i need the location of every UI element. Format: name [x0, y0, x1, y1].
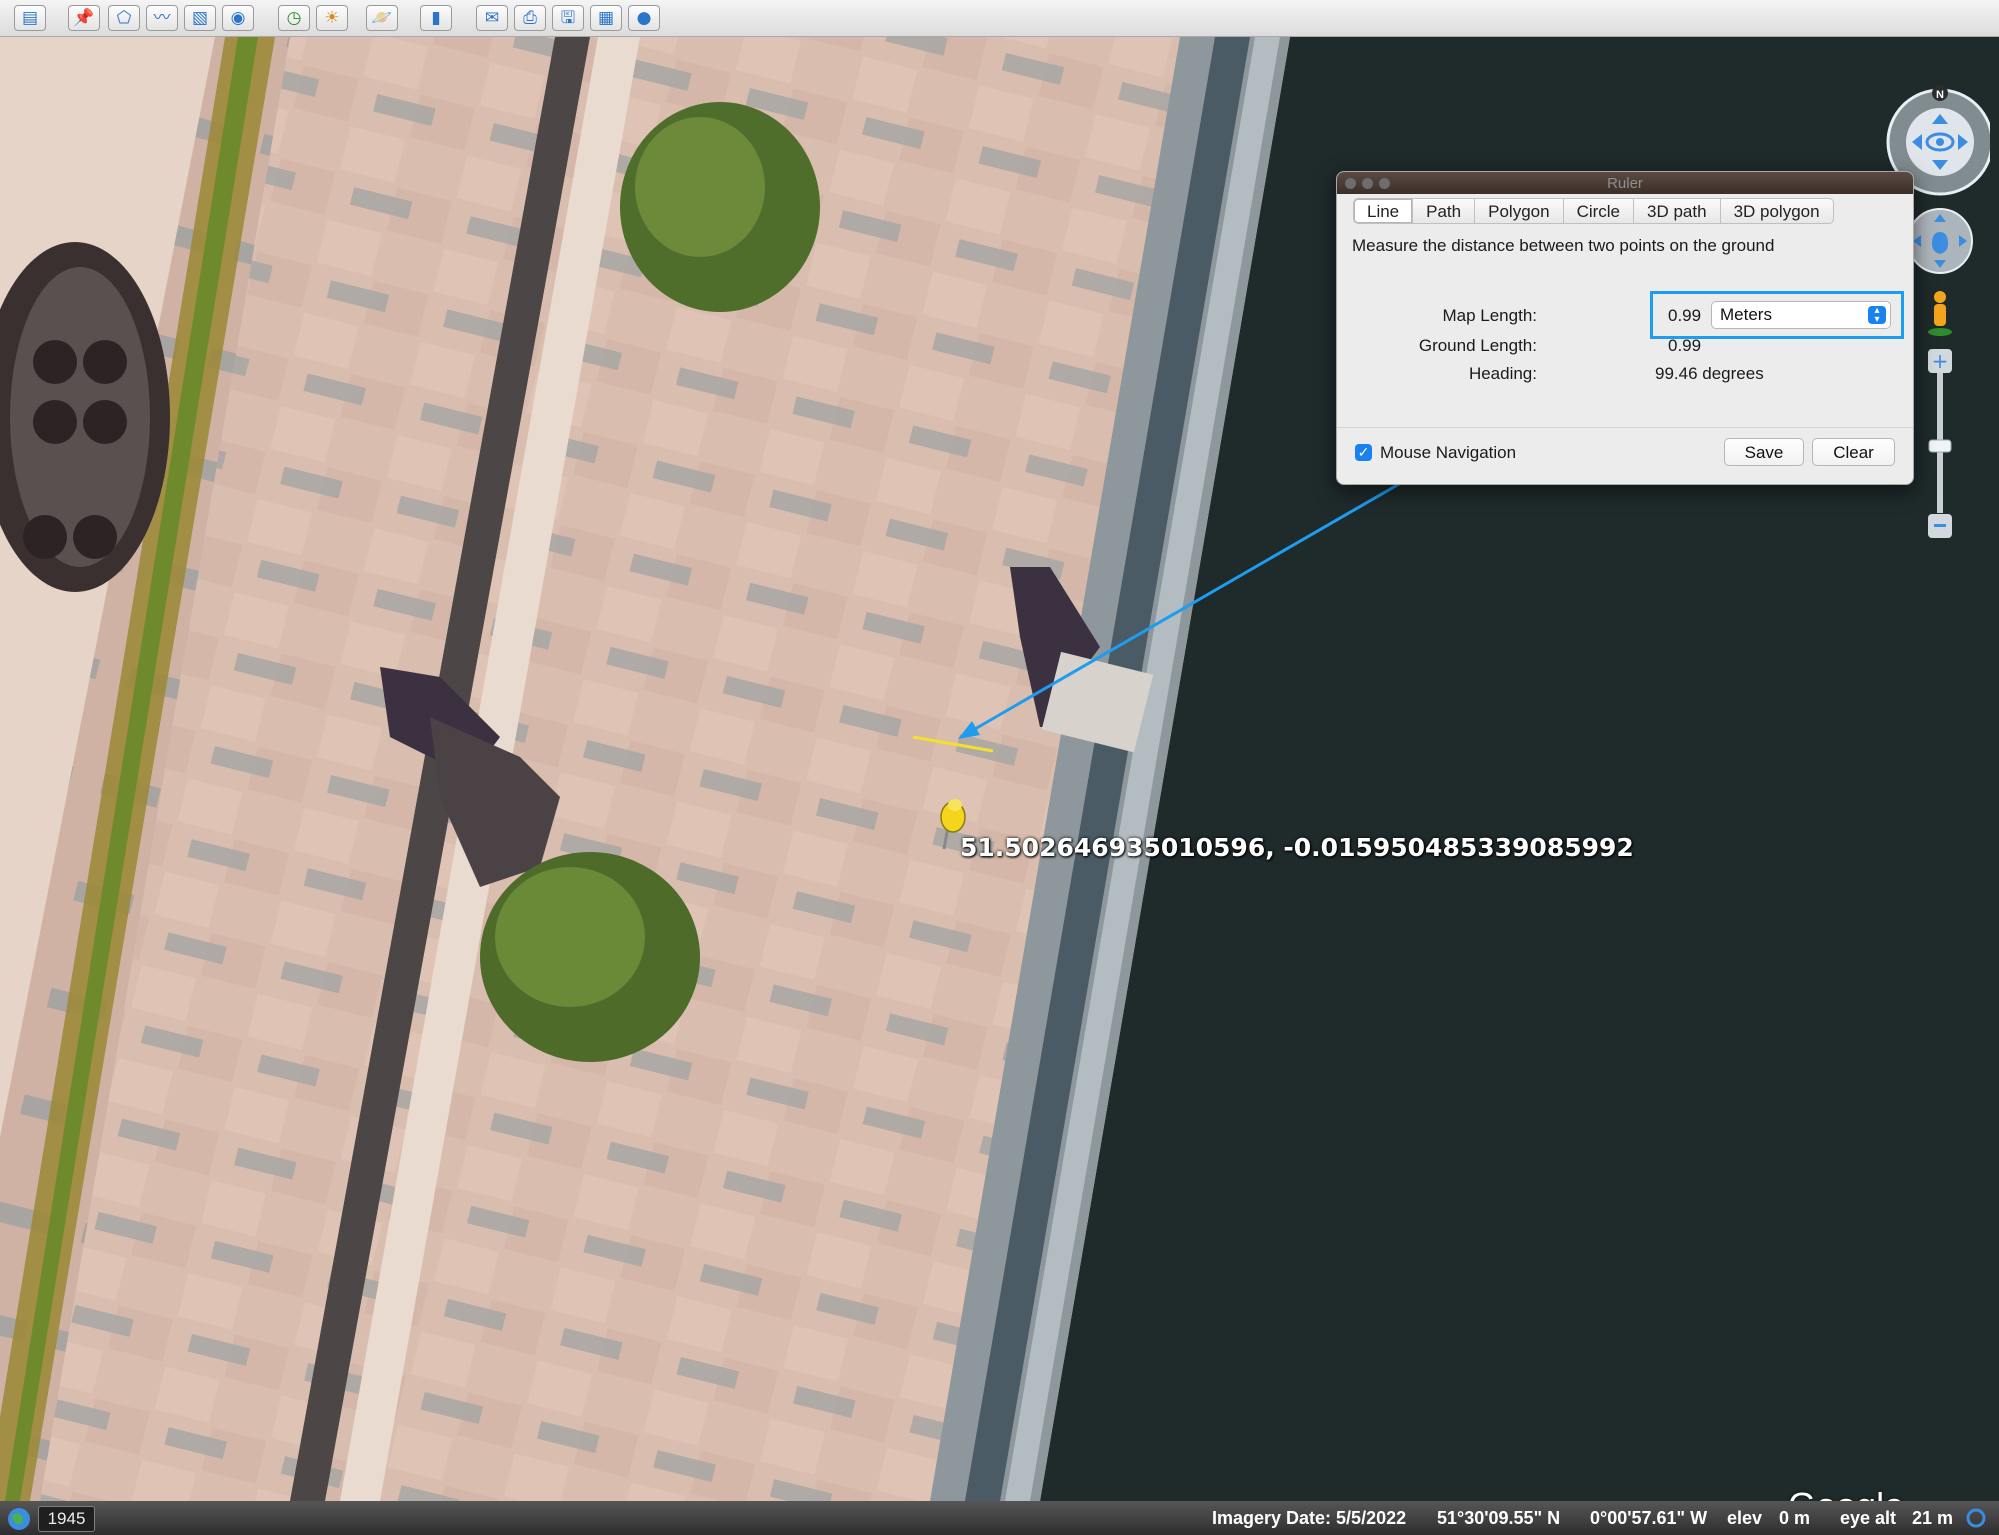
print-button[interactable]: ⎙ — [514, 5, 546, 31]
tab-3d-polygon[interactable]: 3D polygon — [1720, 198, 1834, 224]
add-polygon-button[interactable]: ⬠ — [108, 5, 140, 31]
hand-icon — [1932, 232, 1948, 254]
mouse-navigation-label[interactable]: Mouse Navigation — [1380, 443, 1516, 463]
switch-planet-button[interactable]: 🪐 — [366, 5, 398, 31]
placemark-icon: 📌 — [73, 7, 95, 28]
ruler-dialog: Ruler Line Path Polygon Circle 3D path 3… — [1336, 171, 1914, 485]
sunlight-button[interactable]: ☀ — [316, 5, 348, 31]
ground-length-value: 0.99 — [1668, 336, 1702, 355]
mail-icon: ✉ — [484, 7, 500, 28]
record-tour-button[interactable]: ◉ — [222, 5, 254, 31]
earth-gallery-button[interactable]: ● — [628, 5, 660, 31]
add-placemark-button[interactable]: 📌 — [68, 5, 100, 31]
eye-altitude-value: 21 m — [1912, 1508, 1954, 1528]
planet-icon: 🪐 — [371, 7, 393, 28]
longitude-readout: 0°00'57.61" W — [1590, 1508, 1708, 1528]
heading-label: Heading: — [1468, 364, 1537, 383]
sidebar-toggle-button[interactable]: ▤ — [14, 5, 46, 31]
save-image-icon: 🖫 — [560, 7, 576, 28]
printer-icon: ⎙ — [523, 7, 537, 28]
move-joystick[interactable] — [1907, 208, 1973, 274]
placemark-label: 51.502646935010596, -0.01595048533908599… — [960, 833, 1634, 862]
tab-line[interactable]: Line — [1353, 198, 1414, 224]
tab-path[interactable]: Path — [1413, 198, 1476, 224]
zoom-out-icon — [1934, 524, 1946, 527]
email-button[interactable]: ✉ — [476, 5, 508, 31]
pegman-icon[interactable] — [1928, 291, 1952, 336]
map-length-highlight — [1650, 291, 1904, 339]
tab-circle[interactable]: Circle — [1563, 198, 1635, 224]
path-icon: 〰 — [153, 7, 171, 28]
zoom-thumb — [1928, 439, 1952, 453]
view-in-maps-button[interactable]: ▦ — [590, 5, 622, 31]
save-button[interactable]: Save — [1724, 438, 1804, 466]
zoom-in-icon: + — [1932, 349, 1949, 373]
elevation-label: elev — [1727, 1508, 1763, 1528]
status-bar: 1945 Imagery Date: 5/5/2022 51°30'09.55"… — [0, 1501, 1999, 1535]
historical-imagery-button[interactable]: ◷ — [278, 5, 310, 31]
map-length-label: Map Length: — [1442, 306, 1537, 325]
add-image-overlay-button[interactable]: ▧ — [184, 5, 216, 31]
maps-icon: ▦ — [597, 7, 615, 28]
elevation-value: 0 m — [1779, 1508, 1811, 1528]
imagery-date: Imagery Date: 5/5/2022 — [1212, 1508, 1407, 1528]
zoom-slider[interactable]: + — [1928, 349, 1952, 538]
toolbar: ▤ 📌 ⬠ 〰 ▧ ◉ ◷ ☀ 🪐 ▮ ✉ ⎙ 🖫 ▦ ● — [0, 0, 1999, 37]
polygon-icon: ⬠ — [116, 7, 132, 28]
ruler-description: Measure the distance between two points … — [1352, 236, 1775, 255]
north-indicator[interactable]: N — [1936, 89, 1944, 101]
ruler-button[interactable]: ▮ — [420, 5, 452, 31]
heading-value: 99.46 degrees — [1655, 364, 1764, 383]
streaming-indicator-icon — [1966, 1508, 1986, 1528]
clear-button[interactable]: Clear — [1812, 438, 1895, 466]
tab-polygon[interactable]: Polygon — [1475, 198, 1564, 224]
save-image-button[interactable]: 🖫 — [552, 5, 584, 31]
historical-imagery-globe-icon[interactable] — [4, 1504, 34, 1534]
ground-length-label: Ground Length: — [1418, 336, 1537, 355]
ruler-title: Ruler — [1607, 175, 1643, 192]
image-overlay-icon: ▧ — [191, 7, 209, 28]
globe-icon: ● — [636, 7, 652, 28]
ruler-tabs: Line Path Polygon Circle 3D path 3D poly… — [1353, 198, 1834, 226]
eye-altitude-label: eye alt — [1840, 1508, 1897, 1528]
google-earth-logo: Google Earth — [1788, 1485, 1999, 1501]
sun-icon: ☀ — [324, 7, 340, 28]
divider — [1337, 427, 1913, 428]
ruler-icon: ▮ — [431, 7, 441, 28]
clock-icon: ◷ — [286, 7, 302, 28]
sidebar-icon: ▤ — [21, 7, 39, 28]
historical-year-badge[interactable]: 1945 — [38, 1506, 95, 1532]
add-path-button[interactable]: 〰 — [146, 5, 178, 31]
mouse-navigation-checkbox[interactable]: ✓ — [1355, 444, 1372, 461]
tab-3d-path[interactable]: 3D path — [1634, 198, 1721, 224]
latitude-readout: 51°30'09.55" N — [1437, 1508, 1561, 1528]
camera-icon: ◉ — [230, 7, 246, 28]
ruler-titlebar[interactable]: Ruler — [1337, 172, 1913, 194]
